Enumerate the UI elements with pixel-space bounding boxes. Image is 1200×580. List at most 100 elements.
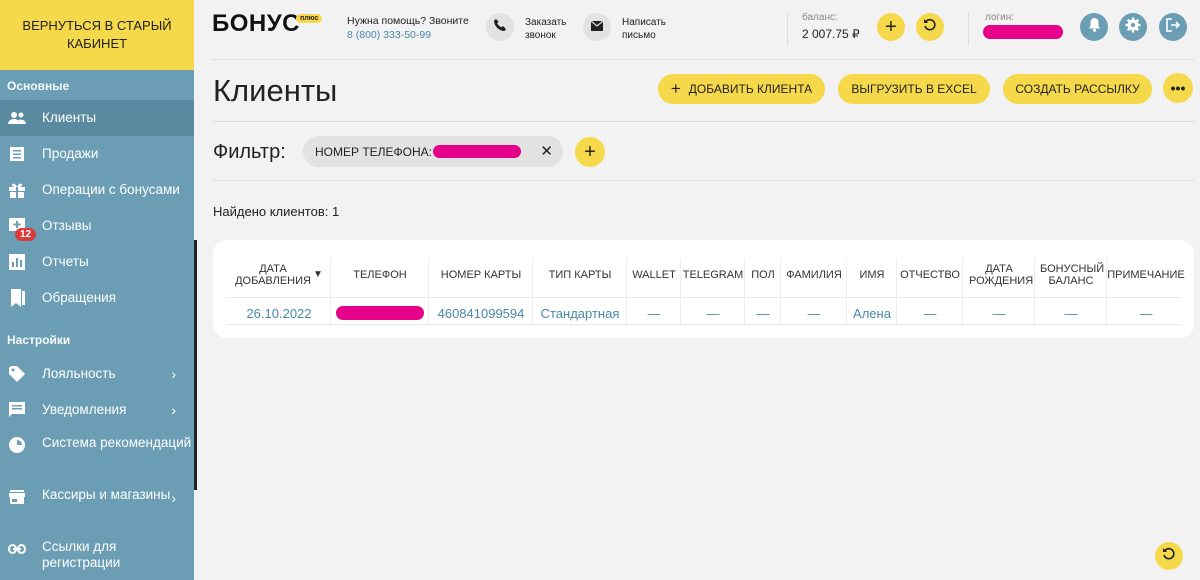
refresh-floating-button[interactable] — [1155, 542, 1183, 570]
cell-patronymic: — — [923, 305, 937, 321]
cell-card-number[interactable]: 460841099594 — [429, 302, 533, 324]
sort-desc-icon: ▼ — [313, 269, 323, 280]
top-up-balance-button[interactable]: + — [877, 13, 905, 41]
column-header-last-name[interactable]: ФАМИЛИЯ — [781, 250, 847, 300]
sidebar-item-clients[interactable]: Клиенты — [0, 100, 194, 136]
create-mailing-label: СОЗДАТЬ РАССЫЛКУ — [1015, 82, 1140, 96]
column-header-patronymic[interactable]: ОТЧЕСТВО — [897, 250, 963, 300]
order-call-label-line2: звонок — [525, 30, 556, 41]
tag-icon — [8, 365, 26, 383]
section-title-settings: Настройки — [7, 333, 71, 347]
refresh-balance-button[interactable] — [916, 13, 944, 41]
cell-date: 26.10.2022 — [246, 305, 312, 321]
column-header-label: ДАТА ДОБАВЛЕНИЯ — [235, 263, 311, 287]
order-call-button[interactable] — [486, 13, 514, 41]
column-header-phone[interactable]: ТЕЛЕФОН — [331, 250, 429, 300]
link-icon — [8, 540, 26, 558]
sidebar-item-label: Операции с бонусами — [42, 182, 180, 197]
more-dots-icon: ••• — [1170, 80, 1186, 96]
reviews-count-badge: 12 — [15, 228, 37, 241]
column-header-card-number[interactable]: НОМЕР КАРТЫ — [429, 250, 533, 300]
store-icon — [8, 488, 26, 506]
cell-telegram: — — [706, 305, 720, 321]
phone-icon — [494, 18, 506, 36]
help-block: Нужна помощь? Звоните 8 (800) 333-50-99 — [347, 14, 469, 42]
column-header-wallet[interactable]: WALLET — [627, 250, 681, 300]
order-call-label-line1: Заказать — [525, 17, 567, 28]
balance-value: 2 007.75 ₽ — [802, 27, 860, 41]
sidebar-item-label: Лояльность — [42, 366, 116, 381]
sidebar-item-loyalty[interactable]: Лояльность › — [0, 356, 194, 392]
filter-chip-phone[interactable]: НОМЕР ТЕЛЕФОНА: ✕ — [303, 136, 563, 167]
sidebar-item-sales[interactable]: Продажи — [0, 136, 194, 172]
sidebar-item-registration-links[interactable]: Ссылки для регистрации — [0, 532, 194, 580]
divider — [787, 12, 788, 46]
column-header-telegram[interactable]: TELEGRAM — [681, 250, 745, 300]
sidebar-item-bonus-operations[interactable]: Операции с бонусами — [0, 172, 194, 208]
close-icon[interactable]: ✕ — [540, 142, 553, 160]
row-divider — [226, 324, 1181, 325]
people-icon — [8, 109, 26, 127]
page-title: Клиенты — [213, 73, 338, 108]
cell-note: — — [1139, 305, 1153, 321]
column-header-note[interactable]: ПРИМЕЧАНИЕ — [1107, 250, 1185, 300]
sidebar-item-label: Ссылки для регистрации — [42, 539, 121, 570]
logout-button[interactable] — [1159, 13, 1187, 41]
more-actions-button[interactable]: ••• — [1163, 73, 1193, 103]
clients-table: ДАТА ДОБАВЛЕНИЯ ▼ ТЕЛЕФОН НОМЕР КАРТЫ ТИ… — [213, 240, 1194, 338]
sidebar-item-reports[interactable]: Отчеты — [0, 244, 194, 280]
add-client-label: ДОБАВИТЬ КЛИЕНТА — [688, 82, 813, 96]
sidebar-item-label: Отчеты — [42, 254, 89, 269]
login-label: логин: — [985, 12, 1015, 23]
export-excel-label: ВЫГРУЗИТЬ В EXCEL — [851, 82, 977, 96]
divider — [213, 121, 1194, 122]
sidebar-item-requests[interactable]: Обращения — [0, 280, 194, 316]
sidebar-item-label: Клиенты — [42, 110, 97, 125]
cell-wallet: — — [647, 305, 661, 321]
back-to-old-cabinet-button[interactable]: ВЕРНУТЬСЯ В СТАРЫЙ КАБИНЕТ — [0, 0, 194, 70]
chart-icon — [8, 253, 26, 271]
settings-button[interactable] — [1119, 13, 1147, 41]
found-count: Найдено клиентов: 1 — [213, 204, 340, 219]
gift-icon — [8, 181, 26, 199]
sidebar-item-recommendations[interactable]: Система рекомендаций — [0, 428, 194, 480]
logo-badge: плюс — [296, 14, 323, 23]
column-header-birthdate[interactable]: ДАТА РОЖДЕНИЯ — [963, 250, 1035, 300]
add-client-button[interactable]: + ДОБАВИТЬ КЛИЕНТА — [658, 74, 825, 104]
cell-birthdate: — — [992, 305, 1006, 321]
plus-icon: + — [670, 79, 681, 98]
sidebar-item-cashiers[interactable]: Кассиры и магазины › — [0, 480, 194, 532]
message-icon — [8, 401, 26, 419]
gear-icon — [1125, 17, 1141, 38]
order-call-label[interactable]: Заказать звонок — [525, 16, 566, 42]
sidebar-item-notifications[interactable]: Уведомления › — [0, 392, 194, 428]
add-filter-button[interactable]: + — [575, 137, 605, 167]
notifications-button[interactable] — [1080, 13, 1108, 41]
sidebar-item-label: Уведомления — [42, 402, 127, 417]
column-header-card-type[interactable]: ТИП КАРТЫ — [533, 250, 627, 300]
export-excel-button[interactable]: ВЫГРУЗИТЬ В EXCEL — [838, 74, 990, 104]
column-header-bonus-balance[interactable]: БОНУСНЫЙ БАЛАНС — [1035, 250, 1107, 300]
write-letter-label[interactable]: Написать письмо — [622, 16, 666, 42]
cell-bonus-balance: — — [1064, 305, 1078, 321]
plus-icon: + — [584, 140, 596, 163]
balance-label: баланс: — [802, 12, 838, 23]
column-header-first-name[interactable]: ИМЯ — [847, 250, 897, 300]
cell-last-name: — — [807, 305, 821, 321]
mail-icon — [590, 18, 604, 36]
sidebar-item-label: Отзывы — [42, 218, 92, 233]
login-value-redacted — [983, 25, 1063, 39]
column-header-gender[interactable]: ПОЛ — [745, 250, 781, 300]
cell-phone — [331, 302, 429, 324]
column-header-date[interactable]: ДАТА ДОБАВЛЕНИЯ ▼ — [227, 250, 331, 300]
sidebar: ВЕРНУТЬСЯ В СТАРЫЙ КАБИНЕТ Основные Клие… — [0, 0, 197, 580]
sidebar-item-reviews[interactable]: 12 Отзывы — [0, 208, 194, 244]
help-phone-link[interactable]: 8 (800) 333-50-99 — [347, 28, 469, 42]
sidebar-item-label: Обращения — [42, 290, 117, 305]
bell-icon — [1088, 17, 1101, 37]
sidebar-item-label: Система рекомендаций — [42, 435, 192, 450]
create-mailing-button[interactable]: СОЗДАТЬ РАССЫЛКУ — [1003, 74, 1152, 104]
write-letter-button[interactable] — [583, 13, 611, 41]
logout-icon — [1166, 17, 1181, 37]
phone-value-redacted — [336, 306, 424, 320]
